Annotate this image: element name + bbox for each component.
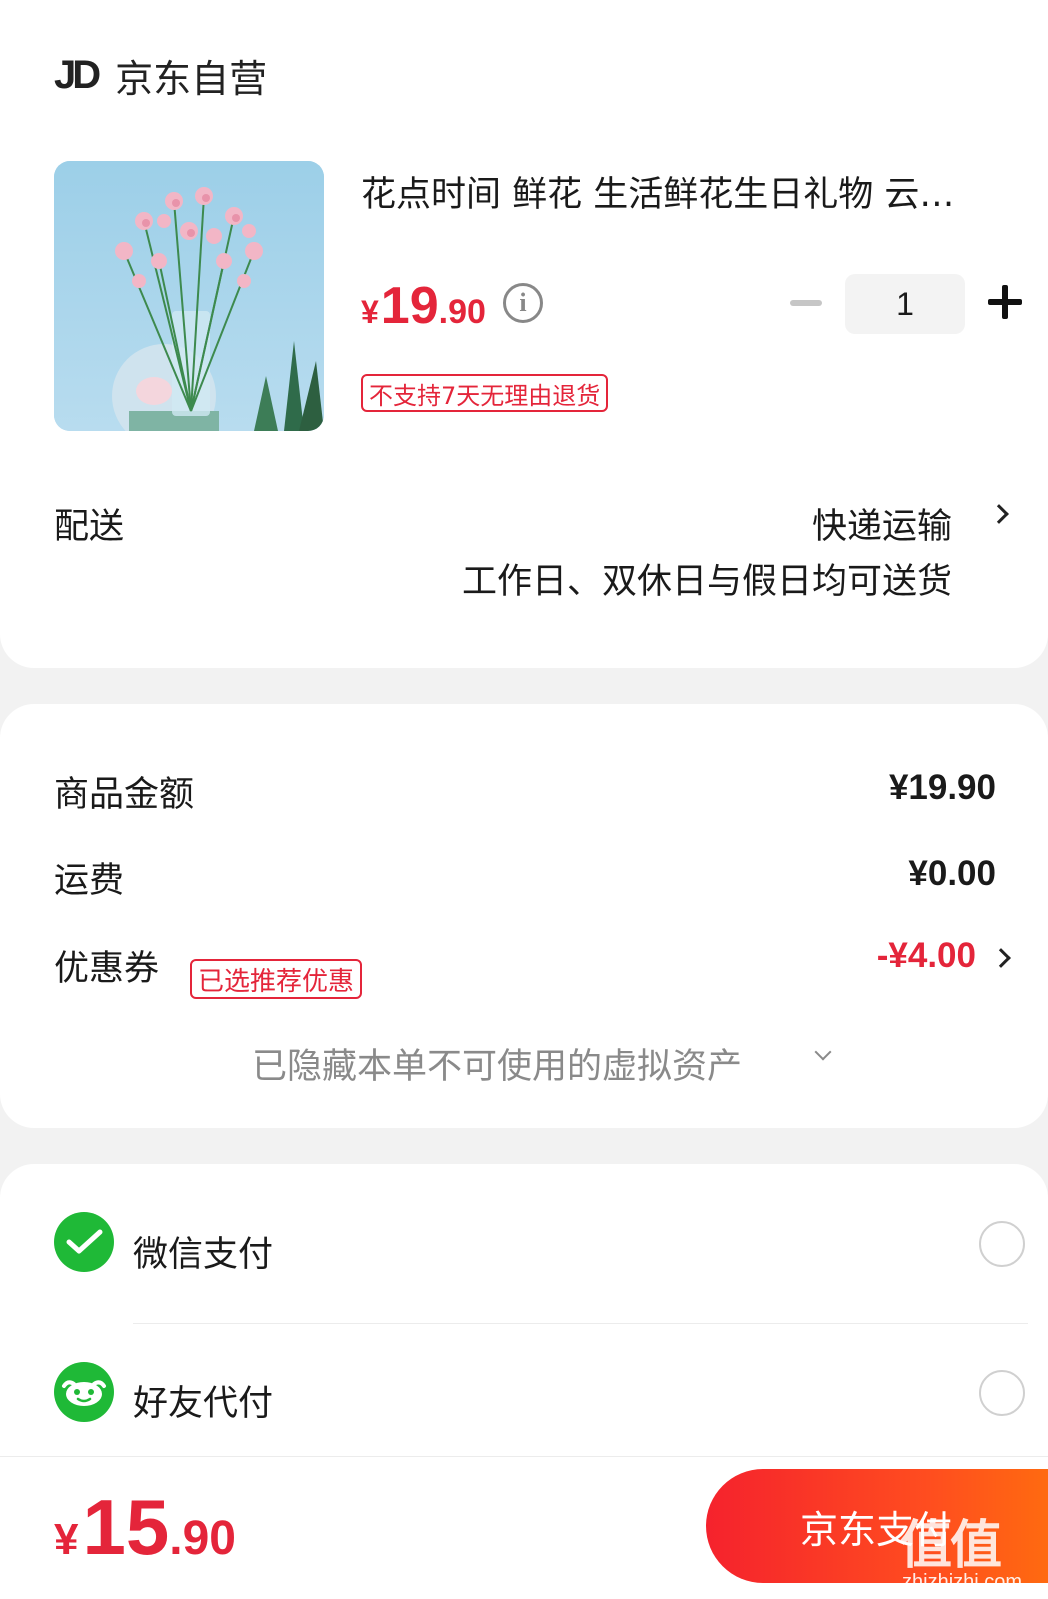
product-title[interactable]: 花点时间 鲜花 生活鲜花生日礼物 云… bbox=[361, 166, 1021, 217]
total-decimal: .90 bbox=[169, 1512, 236, 1565]
delivery-method[interactable]: 快递运输 bbox=[812, 498, 952, 549]
product-price: ¥ 19 .90 bbox=[361, 276, 486, 336]
watermark-url: zhizhizhi.com bbox=[902, 1571, 1023, 1593]
goods-amount-value: ¥19.90 bbox=[888, 768, 996, 807]
store-header[interactable]: JD 京东自营 bbox=[54, 48, 267, 103]
info-icon[interactable]: i bbox=[503, 283, 543, 323]
product-card: JD 京东自营 花点时间 鲜花 生活鲜花生日礼物 云… ¥ 19 .90 i 1… bbox=[0, 0, 1048, 668]
hidden-assets-toggle[interactable]: 已隐藏本单不可使用的虚拟资产 bbox=[252, 1038, 742, 1089]
decrease-quantity-button[interactable] bbox=[790, 300, 822, 306]
quantity-field[interactable]: 1 bbox=[845, 274, 965, 334]
shipping-fee-label: 运费 bbox=[54, 861, 125, 901]
order-total: ¥ 15 .90 bbox=[54, 1482, 236, 1573]
delivery-note: 工作日、双休日与假日均可送货 bbox=[461, 562, 952, 602]
jd-logo: JD bbox=[54, 53, 101, 97]
shipping-fee-value: ¥0.00 bbox=[908, 854, 996, 893]
wechat-pay-label[interactable]: 微信支付 bbox=[133, 1226, 273, 1277]
price-currency: ¥ bbox=[361, 294, 379, 330]
friend-pay-label[interactable]: 好友代付 bbox=[133, 1375, 273, 1426]
product-image[interactable] bbox=[54, 161, 324, 431]
increase-quantity-button[interactable] bbox=[988, 285, 1022, 319]
price-integer: 19 bbox=[380, 277, 439, 335]
store-name: 京东自营 bbox=[115, 57, 268, 101]
return-policy-tag: 不支持7天无理由退货 bbox=[361, 374, 609, 412]
wechat-pay-radio[interactable] bbox=[979, 1221, 1025, 1267]
coupon-label: 优惠券 bbox=[54, 949, 160, 989]
wechat-pay-icon bbox=[54, 1212, 114, 1272]
friend-pay-icon bbox=[54, 1362, 114, 1422]
payment-divider bbox=[133, 1323, 1028, 1324]
flower-vase-image bbox=[54, 161, 324, 431]
goods-amount-label: 商品金额 bbox=[54, 775, 195, 815]
coupon-recommended-tag[interactable]: 已选推荐优惠 bbox=[190, 959, 363, 999]
delivery-chevron-right-icon[interactable] bbox=[989, 504, 1009, 524]
coupon-value[interactable]: -¥4.00 bbox=[877, 936, 976, 976]
total-currency: ¥ bbox=[54, 1515, 79, 1564]
delivery-label: 配送 bbox=[54, 507, 125, 547]
price-decimal: .90 bbox=[438, 293, 486, 331]
friend-pay-radio[interactable] bbox=[979, 1370, 1025, 1416]
total-integer: 15 bbox=[82, 1483, 170, 1571]
checkout-page: JD 京东自营 花点时间 鲜花 生活鲜花生日礼物 云… ¥ 19 .90 i 1… bbox=[0, 0, 1048, 1599]
